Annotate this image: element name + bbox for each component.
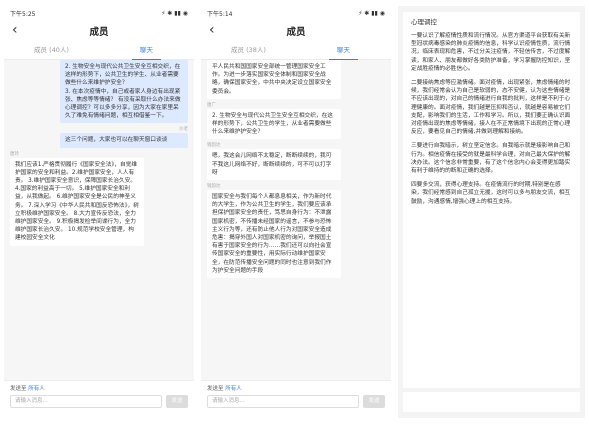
send-button[interactable]: 发送 (363, 395, 385, 408)
status-bar: 下午5:14 ⚡ ✱ ▮▮ ◉ (201, 6, 391, 20)
tab-members[interactable]: 成员 (40人) (4, 42, 99, 59)
panel-paragraph: 三要进行自我暗示，树立坚定信念。自我暗示就是接影响自己和行为。相信疫情在接受的就… (411, 143, 571, 175)
input-row: 请输入消息... 发送 (10, 395, 188, 408)
status-icons: ⚡ ✱ ▮▮ ◉ (161, 9, 188, 17)
status-icons: ⚡ ✱ ▮▮ ◉ (358, 9, 385, 17)
tab-bar: 成员 (38人) 聊天 (201, 42, 391, 60)
message-detail-panel: 心理调控 一要认识了解疫情性质和流行情况。从官方渠道平台获取有关新型冠状病毒感染… (403, 12, 580, 388)
back-arrow-icon[interactable]: ‹ (209, 22, 215, 38)
send-to-row: 发送至 所有人 (207, 384, 385, 392)
tab-bar: 成员 (40人) 聊天 (4, 42, 194, 60)
send-button[interactable]: 发送 (166, 395, 188, 408)
message-sender: 钱韵达 (207, 143, 221, 149)
page-title: 成员 (286, 27, 306, 38)
send-to-label: 发送至 (10, 386, 27, 392)
chat-message: 国家安全与我们每个人都息息相关，作为新时代的大学生，作为公共卫生的学生，我们要应… (207, 190, 341, 279)
panel-paragraph: 一要认识了解疫情性质和流行情况。从官方渠道平台获取有关新型冠状病毒感染的肺炎疫情… (411, 33, 571, 72)
chat-message: 2. 生物安全与现代公共卫生安全互相交织，在这样的形势下，公共卫生的学生、从业者… (60, 60, 188, 124)
phone-screen-right: 心理调控 一要认识了解疫情性质和流行情况。从官方渠道平台获取有关新型冠状病毒感染… (398, 6, 585, 418)
phone-screen-middle: 下午5:14 ⚡ ✱ ▮▮ ◉ ‹ 成员 成员 (38人) 聊天 平人民共和国国… (201, 6, 391, 418)
status-bar: 下午5:25 ⚡ ✱ ▮▮ ◉ (4, 6, 194, 20)
tab-members[interactable]: 成员 (38人) (201, 42, 296, 59)
chat-message: 这三个问题，大家也可以在聊天窗口谈谈 (60, 133, 188, 148)
chat-message: 我们应该1.严格贯彻履行《国家安全法》，自觉维护国家的安全和利益。2.维护国家安… (10, 157, 144, 246)
chat-area[interactable]: 2. 生物安全与现代公共卫生安全互相交织，在这样的形势下，公共卫生的学生、从业者… (4, 60, 194, 380)
tab-chat[interactable]: 聊天 (99, 42, 194, 60)
chat-message: 平人民共和国国家安全部统一管理国家安全工作。为进一步落实国家安全体制和国家安全战… (207, 60, 341, 99)
send-to-label: 发送至 (207, 386, 224, 392)
panel-paragraph: 二要接纳焦虑等应激情绪。面对疫情，出现紧张，焦虑情绪的时候，我们经常会认为自己是… (411, 80, 571, 136)
send-to-selector[interactable]: 所有人 (225, 386, 242, 392)
message-input[interactable]: 请输入消息... (207, 395, 359, 408)
back-arrow-icon[interactable]: ‹ (12, 22, 18, 38)
composer: 发送至 所有人 请输入消息... 发送 (4, 380, 194, 418)
chat-area[interactable]: 平人民共和国国家安全部统一管理国家安全工作。为进一步落实国家安全体制和国家安全战… (201, 60, 391, 380)
chat-message: 2. 生物安全与现代公共卫生安全互相交织，在这样的形势下，公共卫生的学生，从业者… (207, 108, 341, 140)
chat-message: 嗯，我这会儿网络不太稳定，断断续续的，我可不我这儿网络不好，断断续续的，可不可以… (207, 149, 341, 181)
status-time: 下午5:25 (10, 10, 36, 18)
message-sender: 沙老 (179, 127, 188, 133)
phone-screen-left: 下午5:25 ⚡ ✱ ▮▮ ◉ ‹ 成员 成员 (40人) 聊天 2. 生物安全… (4, 6, 194, 418)
nav-bar: ‹ 成员 (4, 20, 194, 42)
send-to-row: 发送至 所有人 (10, 384, 188, 392)
composer: 发送至 所有人 请输入消息... 发送 (201, 380, 391, 418)
panel-paragraph: 四要多交流，获得心理支持。在疫情流行的时期,特别是在感染，我们经常感到自己孤立无… (411, 182, 571, 205)
page-title: 成员 (89, 27, 109, 38)
message-sender: 钱韵达 (207, 184, 221, 190)
message-sender: 唐广 (207, 102, 216, 108)
send-to-selector[interactable]: 所有人 (28, 386, 45, 392)
panel-footer (403, 392, 580, 412)
message-input[interactable]: 请输入消息... (10, 395, 162, 408)
input-row: 请输入消息... 发送 (207, 395, 385, 408)
status-time: 下午5:14 (207, 10, 233, 18)
panel-title: 心理调控 (411, 18, 437, 26)
nav-bar: ‹ 成员 (201, 20, 391, 42)
message-sender: 唐玲 (10, 151, 19, 157)
tab-chat[interactable]: 聊天 (296, 42, 391, 60)
